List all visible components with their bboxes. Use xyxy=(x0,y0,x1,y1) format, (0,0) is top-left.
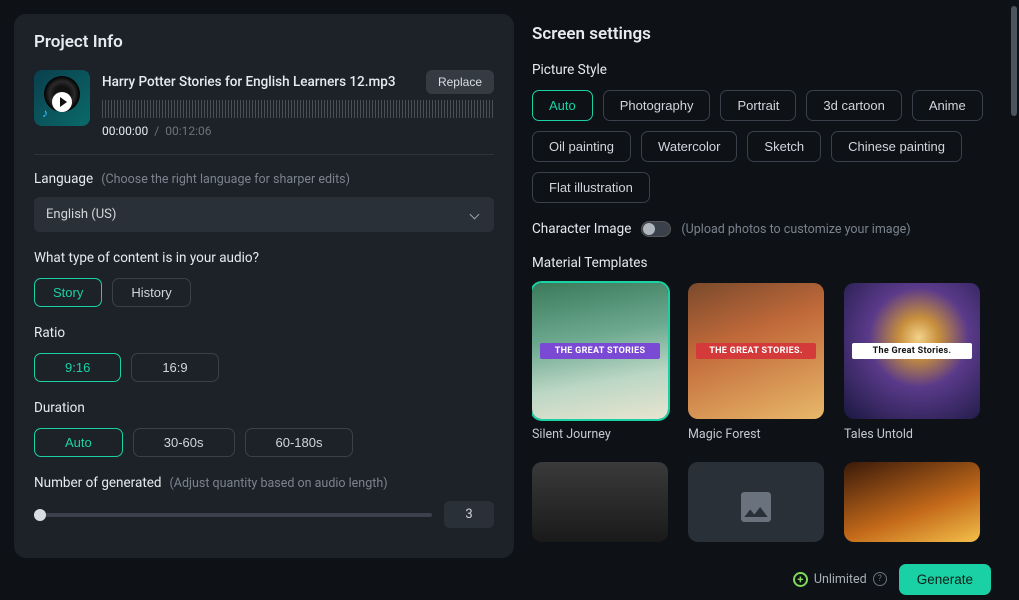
style-watercolor[interactable]: Watercolor xyxy=(641,131,737,162)
music-note-icon: ♪ xyxy=(42,106,48,120)
picture-style-label: Picture Style xyxy=(532,62,1005,78)
character-image-toggle[interactable] xyxy=(641,221,671,237)
template-caption: The Great Stories. xyxy=(852,343,972,359)
screen-settings-panel: Screen settings Picture Style Auto Photog… xyxy=(532,14,1005,558)
style-3d-cartoon[interactable]: 3d cartoon xyxy=(806,90,901,121)
time-total: 00:12:06 xyxy=(165,124,211,138)
chip-30-60s[interactable]: 30-60s xyxy=(133,428,235,457)
picture-style-chips: Auto Photography Portrait 3d cartoon Anime Oi… xyxy=(532,90,1005,203)
template-name: Magic Forest xyxy=(688,427,824,442)
content-type-label: What type of content is in your audio? xyxy=(34,250,494,266)
plus-icon: + xyxy=(793,572,808,587)
generated-slider[interactable] xyxy=(34,513,432,517)
slider-thumb[interactable] xyxy=(34,509,46,521)
screen-settings-title: Screen settings xyxy=(532,24,1005,44)
template-placeholder[interactable] xyxy=(688,462,824,542)
template-card: THE GREAT STORIES Silent Journey xyxy=(532,283,668,442)
material-templates-label: Material Templates xyxy=(532,255,1005,271)
project-info-title: Project Info xyxy=(34,32,494,52)
style-photography[interactable]: Photography xyxy=(603,90,711,121)
chip-auto[interactable]: Auto xyxy=(34,428,123,457)
generated-label: Number of generated xyxy=(34,475,162,491)
duration-chips: Auto 30-60s 60-180s xyxy=(34,428,494,457)
language-hint: (Choose the right language for sharper e… xyxy=(101,172,350,187)
style-sketch[interactable]: Sketch xyxy=(747,131,821,162)
style-auto[interactable]: Auto xyxy=(532,90,593,121)
generated-value[interactable]: 3 xyxy=(444,501,494,528)
template-name: Tales Untold xyxy=(844,427,980,442)
duration-label: Duration xyxy=(34,400,494,416)
chip-16-9[interactable]: 16:9 xyxy=(131,353,218,382)
audio-waveform[interactable] xyxy=(102,100,494,118)
character-image-hint: (Upload photos to customize your image) xyxy=(681,222,910,237)
template-card xyxy=(844,462,980,542)
template-thumbnail[interactable]: THE GREAT STORIES. xyxy=(688,283,824,419)
template-name: Silent Journey xyxy=(532,427,668,442)
style-flat-illustration[interactable]: Flat illustration xyxy=(532,172,650,203)
audio-thumbnail[interactable]: ♪ xyxy=(34,70,90,126)
template-card: The Great Stories. Tales Untold xyxy=(844,283,980,442)
replace-button[interactable]: Replace xyxy=(426,70,494,94)
template-card xyxy=(688,462,824,542)
project-info-panel: Project Info ♪ Harry Potter Stories for … xyxy=(14,14,514,558)
style-oil-painting[interactable]: Oil painting xyxy=(532,131,631,162)
content-type-chips: Story History xyxy=(34,278,494,307)
ratio-chips: 9:16 16:9 xyxy=(34,353,494,382)
template-thumbnail[interactable]: The Great Stories. xyxy=(844,283,980,419)
template-card xyxy=(532,462,668,542)
chip-60-180s[interactable]: 60-180s xyxy=(245,428,354,457)
generate-button[interactable]: Generate xyxy=(899,564,991,595)
style-portrait[interactable]: Portrait xyxy=(720,90,796,121)
template-card: THE GREAT STORIES. Magic Forest xyxy=(688,283,824,442)
chip-history[interactable]: History xyxy=(112,278,190,307)
scrollbar[interactable] xyxy=(1011,6,1017,116)
chip-story[interactable]: Story xyxy=(34,278,102,307)
template-thumbnail[interactable] xyxy=(532,462,668,542)
template-thumbnail[interactable]: THE GREAT STORIES xyxy=(532,283,668,419)
chip-9-16[interactable]: 9:16 xyxy=(34,353,121,382)
generated-hint: (Adjust quantity based on audio length) xyxy=(170,476,388,491)
template-thumbnail[interactable] xyxy=(844,462,980,542)
template-caption: THE GREAT STORIES xyxy=(540,343,660,359)
template-grid: THE GREAT STORIESSilent JourneyTHE GREAT… xyxy=(532,283,1005,542)
ratio-label: Ratio xyxy=(34,325,494,341)
character-image-label: Character Image xyxy=(532,221,631,237)
unlimited-button[interactable]: + Unlimited ? xyxy=(793,572,887,587)
style-chinese-painting[interactable]: Chinese painting xyxy=(831,131,962,162)
chevron-down-icon xyxy=(470,210,480,220)
footer-bar: + Unlimited ? Generate xyxy=(0,558,1019,600)
audio-file-row: ♪ Harry Potter Stories for English Learn… xyxy=(34,70,494,138)
language-select[interactable]: English (US) xyxy=(34,197,494,232)
help-icon: ? xyxy=(873,572,887,586)
style-anime[interactable]: Anime xyxy=(912,90,983,121)
play-icon xyxy=(52,92,72,112)
language-label: Language xyxy=(34,171,93,187)
audio-filename: Harry Potter Stories for English Learner… xyxy=(102,74,396,90)
template-caption: THE GREAT STORIES. xyxy=(696,343,816,359)
time-current: 00:00:00 xyxy=(102,124,148,138)
